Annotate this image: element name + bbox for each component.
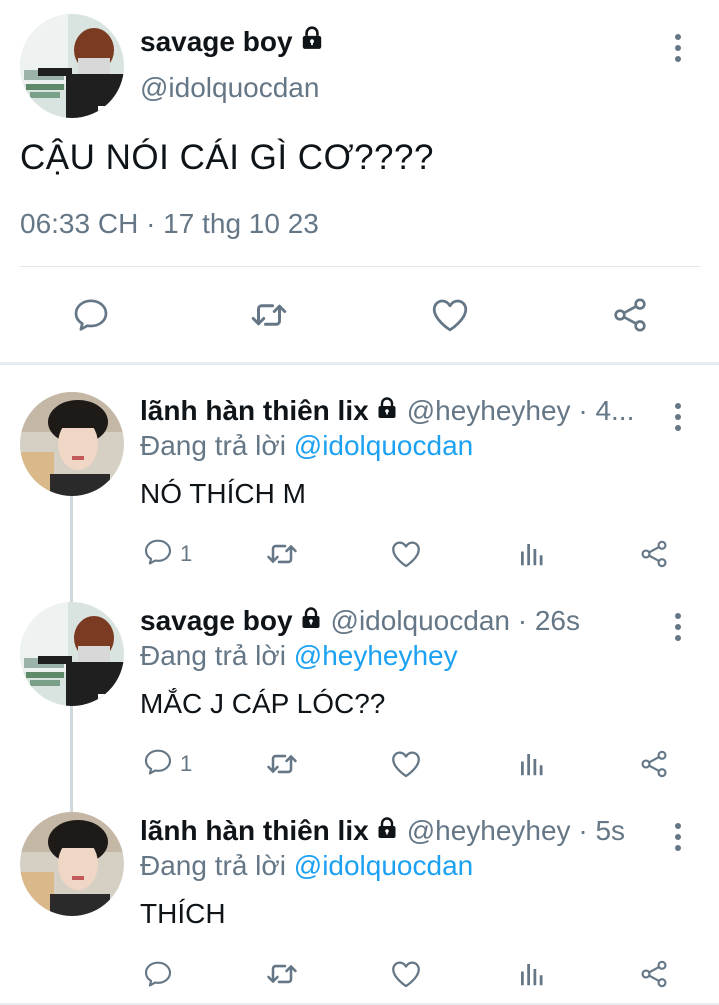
tweet-text: CẬU NÓI CÁI GÌ CƠ???? [20,138,434,177]
name-line: lãnh hàn thiên lix @heyheyhey · 5s [140,815,660,847]
like-icon[interactable] [389,536,423,572]
user-handle[interactable]: @idolquocdan · 26s [331,605,580,637]
reply-icon[interactable] [70,294,112,336]
lock-icon [375,815,399,847]
display-name-text[interactable]: lãnh hàn thiên lix [140,815,369,847]
lock-icon [375,395,399,427]
retweet-icon[interactable] [248,294,290,336]
share-icon[interactable] [609,294,651,336]
retweet-icon[interactable] [264,536,300,572]
reply-count: 1 [180,751,193,776]
replying-label: Đang trả lời [140,850,294,881]
display-name-text[interactable]: savage boy [140,605,293,637]
replying-to: Đang trả lời @idolquocdan [140,430,473,462]
name-line: lãnh hàn thiên lix @heyheyhey · 4... [140,395,660,427]
like-icon[interactable] [429,294,471,336]
display-name[interactable]: lãnh hàn thiên lix [140,815,399,847]
mention-link[interactable]: @idolquocdan [294,850,473,881]
retweet-icon[interactable] [264,956,300,992]
replying-to: Đang trả lời @idolquocdan [140,850,473,882]
name-line: savage boy @idolquocdan · 26s [140,605,660,637]
more-options-icon[interactable] [666,820,690,854]
section-divider [0,362,719,365]
main-tweet: savage boy @idolquocdan CẬU NÓI CÁI GÌ C… [0,0,719,362]
reply-icon[interactable] [142,956,174,992]
retweet-icon[interactable] [264,746,300,782]
tweet-text: THÍCH [140,898,226,929]
display-name-text[interactable]: savage boy [140,26,293,58]
reply-tweet[interactable]: lãnh hàn thiên lix @heyheyhey · 4... Đan… [0,366,719,576]
share-icon[interactable] [638,536,670,572]
tweet-text: MẮC J CÁP LÓC?? [140,688,386,719]
more-options-icon[interactable] [666,610,690,644]
tweet-text: NÓ THÍCH M [140,478,306,509]
like-icon[interactable] [389,746,423,782]
stats-icon[interactable] [516,746,546,782]
reply-icon[interactable] [142,536,174,573]
replying-label: Đang trả lời [140,430,294,461]
share-icon[interactable] [638,746,670,782]
reply-button[interactable]: 1 [142,536,192,572]
avatar[interactable] [20,392,124,496]
reply-icon[interactable] [142,746,174,783]
reply-count: 1 [180,541,193,566]
replying-label: Đang trả lời [140,640,294,671]
like-icon[interactable] [389,956,423,992]
display-name[interactable]: savage boy [140,605,323,637]
mention-link[interactable]: @idolquocdan [294,430,473,461]
display-name[interactable]: savage boy [140,25,325,58]
user-handle[interactable]: @idolquocdan [140,72,319,104]
share-icon[interactable] [638,956,670,992]
lock-icon [299,25,325,58]
replying-to: Đang trả lời @heyheyhey [140,640,458,672]
avatar[interactable] [20,812,124,916]
reply-tweet[interactable]: lãnh hàn thiên lix @heyheyhey · 5s Đang … [0,786,719,996]
display-name[interactable]: lãnh hàn thiên lix [140,395,399,427]
mention-link[interactable]: @heyheyhey [294,640,458,671]
divider [20,266,700,267]
more-options-icon[interactable] [666,31,690,65]
more-options-icon[interactable] [666,400,690,434]
lock-icon [299,605,323,637]
reply-tweet[interactable]: savage boy @idolquocdan · 26s Đang trả l… [0,576,719,786]
user-handle[interactable]: @heyheyhey · 5s [407,815,625,847]
display-name-text[interactable]: lãnh hàn thiên lix [140,395,369,427]
avatar[interactable] [20,14,124,118]
stats-icon[interactable] [516,536,546,572]
user-handle[interactable]: @heyheyhey · 4... [407,395,635,427]
tweet-timestamp[interactable]: 06:33 CH · 17 thg 10 23 [20,208,319,240]
avatar[interactable] [20,602,124,706]
stats-icon[interactable] [516,956,546,992]
reply-button[interactable]: 1 [142,746,192,782]
